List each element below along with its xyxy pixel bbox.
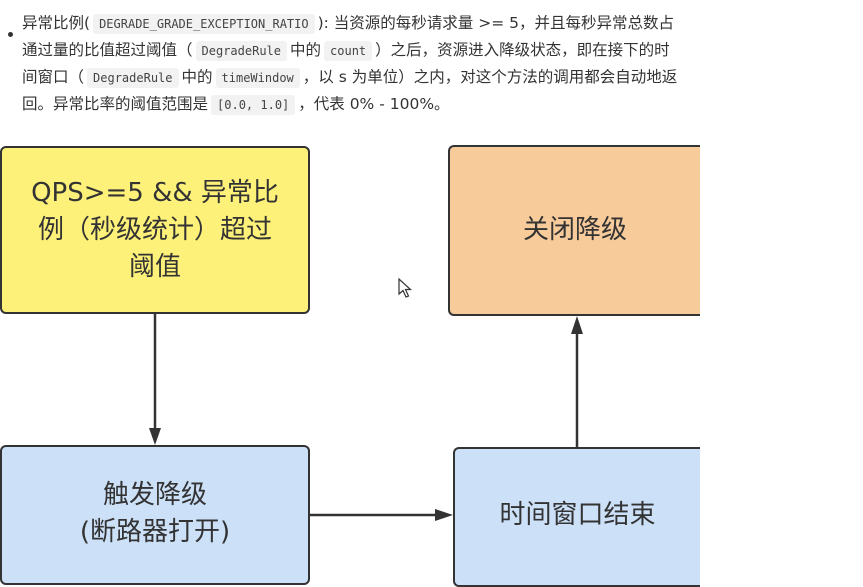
code-degrade-grade-exception-ratio: DEGRADE_GRADE_EXCEPTION_RATIO: [93, 14, 315, 34]
para-line-2: 通过量的比值超过阈值（ DegradeRule 中的 count ）之后，资源进入降级状…: [22, 41, 670, 61]
code-threshold-range: [0.0, 1.0]: [211, 95, 296, 115]
para-line-1: 异常比例(DEGRADE_GRADE_EXCEPTION_RATIO): 当资源…: [22, 14, 674, 34]
bullet-point: [8, 32, 13, 37]
para-line-4: 回。异常比率的阈值范围是 [0.0, 1.0] ，代表 0% - 100%。: [22, 95, 450, 115]
code-degrade-rule: DegradeRule: [195, 41, 287, 61]
arrow-condition-to-degrade: [149, 314, 161, 445]
code-count: count: [324, 41, 373, 61]
code-time-window: timeWindow: [215, 68, 300, 88]
node-time-window-end: 时间窗口结束: [453, 447, 700, 587]
node-trigger-degrade: 触发降级 (断路器打开): [0, 445, 310, 585]
para-line-3: 间窗口（ DegradeRule 中的 timeWindow ，以 s 为单位）之内，对…: [22, 68, 678, 88]
code-degrade-rule: DegradeRule: [87, 68, 179, 88]
arrow-degrade-to-window-end: [310, 509, 453, 521]
node-trigger-condition: QPS>=5 && 异常比 例（秒级统计）超过 阈值: [0, 146, 310, 314]
mouse-cursor-icon: [398, 278, 413, 298]
arrow-window-end-to-close: [571, 316, 583, 447]
node-close-degrade: 关闭降级: [448, 145, 700, 316]
